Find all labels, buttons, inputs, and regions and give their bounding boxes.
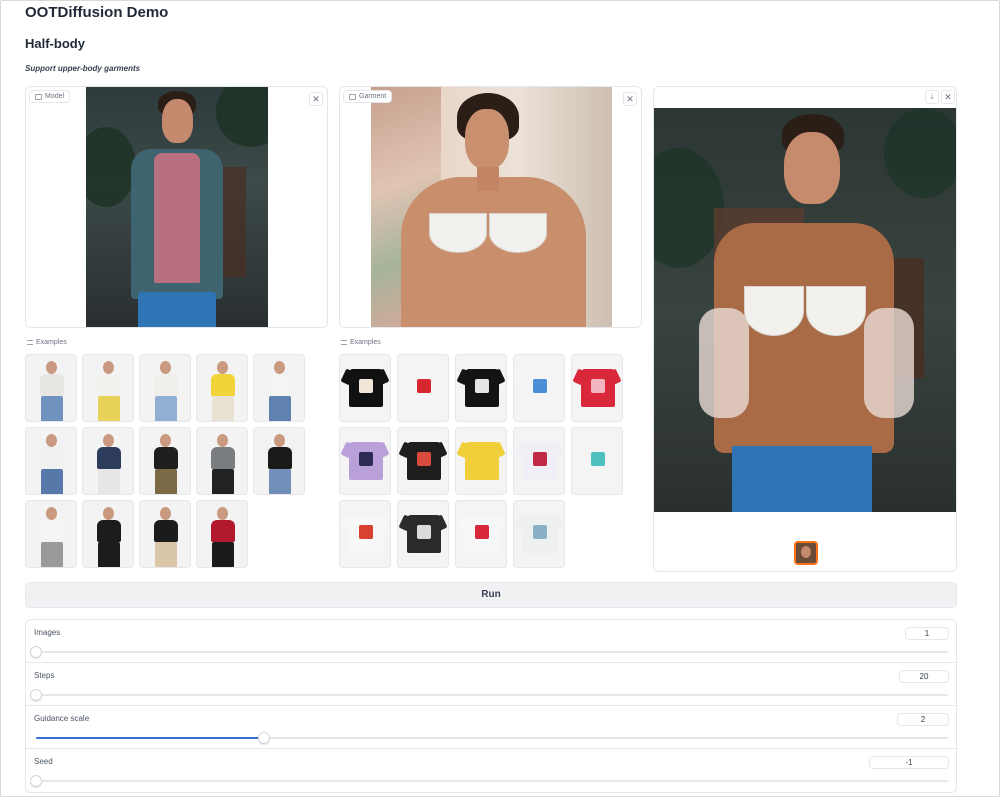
model-example-thumb[interactable] (253, 354, 305, 422)
garment-example-thumb[interactable] (339, 500, 391, 568)
garment-example-thumb[interactable] (339, 427, 391, 495)
steps-number-input[interactable]: 20 (899, 670, 949, 683)
result-gallery-panel: ⤓ ✕ (653, 86, 957, 572)
garment-example-thumb[interactable] (571, 427, 623, 495)
model-example-thumb[interactable] (139, 500, 191, 568)
model-example-thumb[interactable] (25, 354, 77, 422)
model-photo (86, 87, 268, 327)
garment-examples-label: Examples (341, 339, 381, 346)
steps-slider[interactable] (30, 689, 948, 701)
image-icon (35, 93, 42, 100)
garment-example-thumb[interactable] (397, 500, 449, 568)
model-panel-label: Model (29, 90, 71, 103)
model-example-thumb[interactable] (82, 500, 134, 568)
images-control: Images 1 (26, 620, 956, 663)
garment-image-panel[interactable]: Garment ✕ (339, 86, 642, 328)
close-icon[interactable]: ✕ (623, 92, 637, 106)
garment-example-thumb[interactable] (455, 500, 507, 568)
garment-example-thumb[interactable] (397, 427, 449, 495)
model-example-thumb[interactable] (139, 427, 191, 495)
model-example-thumb[interactable] (82, 354, 134, 422)
guidance-scale-control: Guidance scale 2 (26, 706, 956, 749)
model-image-panel[interactable]: Model ✕ (25, 86, 328, 328)
images-label: Images (34, 628, 61, 637)
result-thumbnail[interactable] (794, 541, 818, 565)
model-example-thumb[interactable] (25, 427, 77, 495)
close-icon[interactable]: ✕ (309, 92, 323, 106)
garment-label-text: Garment (359, 93, 387, 100)
guidance-scale-number-input[interactable]: 2 (897, 713, 949, 726)
garment-example-thumb[interactable] (397, 354, 449, 422)
model-label-text: Model (45, 93, 65, 100)
garment-example-thumb[interactable] (339, 354, 391, 422)
garment-example-thumb[interactable] (513, 427, 565, 495)
garment-photo (371, 87, 612, 327)
slider-knob[interactable] (30, 775, 42, 787)
model-example-thumb[interactable] (196, 427, 248, 495)
list-icon (341, 340, 347, 345)
app-title: OOTDiffusion Demo (25, 4, 169, 21)
seed-number-input[interactable]: -1 (869, 756, 949, 769)
model-example-thumb[interactable] (253, 427, 305, 495)
garment-example-thumb[interactable] (513, 354, 565, 422)
run-button[interactable]: Run (25, 582, 957, 608)
controls-panel: Images 1 Steps 20 Guidance scale 2 Seed … (25, 619, 957, 793)
slider-knob[interactable] (258, 732, 270, 744)
section-title: Half-body (25, 36, 85, 51)
model-examples-grid (25, 354, 305, 568)
steps-control: Steps 20 (26, 663, 956, 706)
guidance-scale-slider[interactable] (36, 732, 948, 744)
model-example-thumb[interactable] (25, 500, 77, 568)
section-subtitle: Support upper-body garments (25, 64, 141, 73)
garment-example-thumb[interactable] (455, 427, 507, 495)
steps-label: Steps (34, 671, 55, 680)
model-example-thumb[interactable] (196, 500, 248, 568)
garment-example-thumb[interactable] (513, 500, 565, 568)
seed-control: Seed -1 (26, 749, 956, 792)
images-number-input[interactable]: 1 (905, 627, 949, 640)
guidance-scale-label: Guidance scale (34, 714, 90, 723)
model-examples-label: Examples (27, 339, 67, 346)
close-icon[interactable]: ✕ (941, 90, 955, 104)
list-icon (27, 340, 33, 345)
images-slider[interactable] (30, 646, 948, 658)
result-photo (654, 108, 956, 512)
garment-panel-label: Garment (343, 90, 393, 103)
image-icon (349, 93, 356, 100)
model-example-thumb[interactable] (139, 354, 191, 422)
garment-example-thumb[interactable] (455, 354, 507, 422)
download-icon[interactable]: ⤓ (925, 90, 939, 104)
model-example-thumb[interactable] (82, 427, 134, 495)
slider-knob[interactable] (30, 689, 42, 701)
garment-examples-grid (339, 354, 623, 568)
slider-knob[interactable] (30, 646, 42, 658)
model-example-thumb[interactable] (196, 354, 248, 422)
seed-label: Seed (34, 757, 53, 766)
garment-example-thumb[interactable] (571, 354, 623, 422)
seed-slider[interactable] (30, 775, 948, 787)
